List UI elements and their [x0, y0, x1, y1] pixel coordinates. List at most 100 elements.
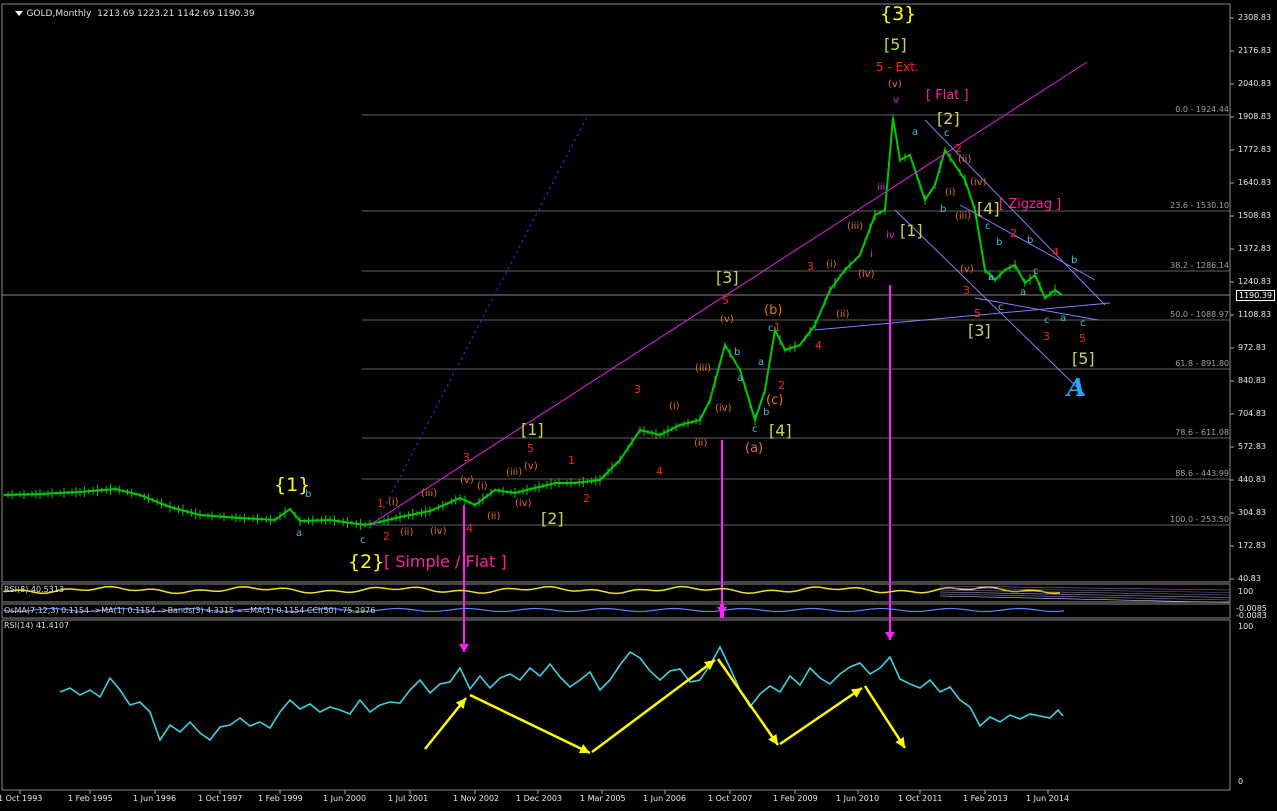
- wave-minor-3d: 3: [963, 284, 970, 297]
- wave-small-c-1: c: [360, 535, 366, 546]
- chart-header: GOLD,Monthly 1213.69 1223.21 1142.69 119…: [4, 0, 255, 29]
- wave-int-5b: [5]: [1072, 349, 1095, 368]
- simple-flat-label: [ Simple / Flat ]: [384, 552, 507, 571]
- wave-small-a-5: a: [988, 272, 995, 283]
- chart-window[interactable]: GOLD,Monthly 1213.69 1223.21 1142.69 119…: [0, 0, 1277, 811]
- wave-minute-ii-1: (ii): [400, 527, 414, 538]
- price-tick: 704.83: [1238, 409, 1266, 418]
- time-tick: 1 Jun 2006: [643, 794, 687, 803]
- rsi14-indicator-label: RSI(14) 41.4107: [4, 621, 70, 630]
- fib-level-label: 0.0 - 1924.44: [1175, 105, 1229, 114]
- wave-minor-4c: 4: [815, 339, 822, 352]
- price-tick: 440.83: [1238, 475, 1266, 484]
- price-tick: 2040.83: [1238, 79, 1272, 88]
- price-tick: 2176.83: [1238, 46, 1272, 55]
- rsi14-axis-bottom: 0: [1238, 777, 1244, 786]
- wave-minor-5b: 5: [722, 294, 729, 307]
- wave-int-2b: [2]: [937, 109, 960, 128]
- wave-minor-5d: 5: [974, 307, 981, 320]
- channel-line-parallel: [894, 209, 1086, 396]
- wave-abc-a: (a): [745, 441, 764, 456]
- wave-minute-ii-4: (ii): [836, 309, 850, 320]
- wave-major-3: {3}: [880, 3, 917, 25]
- wave-abc-c: (c): [766, 393, 784, 408]
- price-tick: 40.83: [1238, 574, 1261, 583]
- time-tick: 1 Oct 2011: [898, 794, 943, 803]
- wave-minor-2d: 2: [955, 142, 962, 155]
- wave-small-c-8: c: [1044, 315, 1050, 326]
- zigzag-label: [ Zigzag ]: [999, 197, 1062, 212]
- wave-small-a-6: a: [1020, 287, 1027, 298]
- price-tick: 1240.83: [1238, 277, 1272, 286]
- fib-level-label: 100.0 - 253.50: [1170, 515, 1229, 524]
- wave-minute-ii-5: (ii): [958, 154, 972, 165]
- time-tick: 1 Mar 2005: [580, 794, 626, 803]
- wave-roman-i: i: [870, 249, 873, 260]
- wave-minute-iii-4: (iii): [847, 221, 864, 232]
- osma-indicator-label: OsMA(7,12,3) 0.1154 ->MA(1) 0.1154 ->Ban…: [4, 606, 376, 615]
- wave-int-1b: [1]: [900, 221, 923, 240]
- wave-small-a-3: a: [758, 357, 765, 368]
- rsi14-axis-top: 100: [1238, 622, 1254, 631]
- fib-level-label: 23.6 - 1530.10: [1170, 201, 1229, 210]
- rsi-wave-arrowhead: [850, 688, 862, 698]
- time-tick: 1 Jun 2014: [1026, 794, 1070, 803]
- wave-small-a-7: a: [1060, 313, 1067, 324]
- collapse-arrow-icon[interactable]: [15, 11, 24, 16]
- wave-small-c-7: c: [1033, 266, 1039, 277]
- wave-small-b-3: b: [763, 407, 770, 418]
- chart-canvas[interactable]: [0, 0, 1277, 811]
- time-tick: 1 Oct 2007: [708, 794, 753, 803]
- flat-label: [ Flat ]: [926, 88, 969, 103]
- wave-minute-i-5: (i): [945, 187, 956, 198]
- wave-minute-iv-3: (iv): [715, 403, 732, 414]
- rsi-wave-arrow: [469, 693, 591, 755]
- price-tick: 2308.83: [1238, 13, 1272, 22]
- wave-minute-iii-3: (iii): [695, 363, 712, 374]
- time-tick: 1 Oct 1997: [198, 794, 243, 803]
- time-tick: 1 Nov 2002: [453, 794, 500, 803]
- rsi-wave-arrow: [779, 686, 863, 746]
- wave-minor-1b: 1: [568, 454, 575, 467]
- wave-minute-iv-5: (iv): [970, 177, 987, 188]
- time-tick: 1 Oct 1993: [0, 794, 43, 803]
- wave-minute-iv-2: (iv): [515, 498, 532, 509]
- wave-minor-2b: 2: [583, 492, 590, 505]
- wave-minor-2a: 2: [383, 530, 390, 543]
- fib-level-label: 78.6 - 611.08: [1175, 428, 1229, 437]
- wave-small-a-2: a: [737, 373, 744, 384]
- fib-level-label: 88.6 - 443.99: [1175, 469, 1229, 478]
- price-tick: 1640.83: [1238, 178, 1272, 187]
- time-tick: 1 Feb 1995: [68, 794, 113, 803]
- wave-small-a-4: a: [912, 127, 919, 138]
- wave-minute-v-4: (v): [888, 79, 902, 90]
- wave-minor-1a: 1: [377, 497, 384, 510]
- rsi8-indicator-label: RSI(8) 40.5313: [4, 585, 64, 594]
- wave-int-1a: [1]: [521, 420, 544, 439]
- wave-small-c-4: c: [944, 128, 950, 139]
- divergence-arrowhead: [885, 632, 895, 640]
- wave-roman-iv: iv: [886, 230, 895, 241]
- rsi-wave-arrowhead: [768, 733, 778, 745]
- wave-small-b-2: b: [734, 347, 741, 358]
- wave-minute-ii-3: (ii): [694, 438, 708, 449]
- wave-minor-3a: 3: [463, 451, 470, 464]
- time-tick: 1 Feb 2013: [963, 794, 1008, 803]
- wave-int-3b: [3]: [968, 321, 991, 340]
- price-tick: 1108.83: [1238, 310, 1272, 319]
- current-price-marker: 1190.39: [1236, 290, 1276, 301]
- wave-minute-ii-2: (ii): [487, 511, 501, 522]
- wave-int-2a: [2]: [541, 509, 564, 528]
- wave-minute-i-4: (i): [826, 259, 837, 270]
- price-tick: 1772.83: [1238, 145, 1272, 154]
- wave-minor-5a: 5: [527, 442, 534, 455]
- time-tick: 1 Jun 1996: [133, 794, 177, 803]
- fib-level-label: 50.0 - 1088.97: [1170, 310, 1229, 319]
- wave-minute-i-3: (i): [669, 401, 680, 412]
- wave-major-2: {2}: [348, 551, 385, 573]
- price-tick: 1372.83: [1238, 244, 1272, 253]
- wave-abc-b: (b): [764, 303, 783, 318]
- wave-small-c-2: c: [752, 424, 758, 435]
- main-pane-border: [1, 3, 1231, 583]
- rsi-wave-arrow: [863, 685, 907, 749]
